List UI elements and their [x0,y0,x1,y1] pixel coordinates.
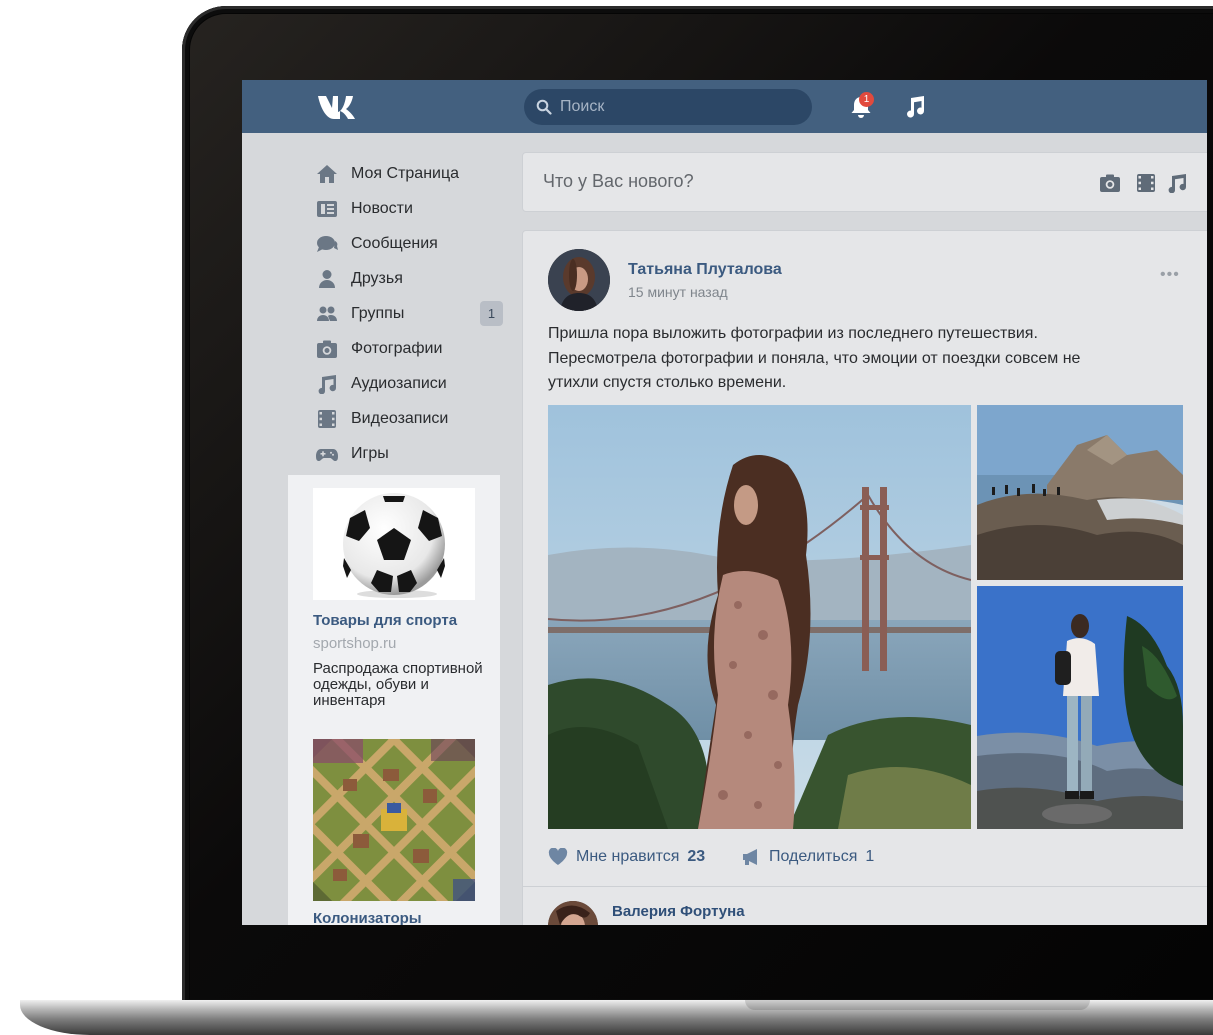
like-label: Мне нравится [576,848,680,865]
laptop-base-notch [745,1000,1090,1010]
friends-icon [316,269,338,289]
camera-icon [316,339,338,359]
camera-icon[interactable] [1099,173,1121,193]
ad-title[interactable]: Колонизаторы [313,910,422,925]
sidebar-item-groups[interactable]: Группы 1 [316,296,506,331]
music-icon[interactable] [904,95,926,119]
sidebar-item-label: Фотографии [351,339,443,357]
sidebar-item-video[interactable]: Видеозаписи [316,401,506,436]
sidebar-item-label: Сообщения [351,234,438,252]
messages-icon [316,234,338,254]
ad-image-soccer-ball[interactable] [313,488,475,600]
video-icon[interactable] [1135,173,1157,193]
sidebar-item-photos[interactable]: Фотографии [316,331,506,366]
post-menu-icon[interactable]: ••• [1160,266,1180,284]
heart-icon [548,848,568,865]
home-icon [316,164,338,184]
megaphone-icon [743,849,757,865]
gamepad-icon [316,444,338,464]
sidebar-item-games[interactable]: Игры [316,436,506,471]
sidebar-item-label: Группы [351,304,405,322]
music-icon[interactable] [1166,173,1188,193]
rocks-photo-image [977,405,1183,580]
groups-count-badge: 1 [480,301,503,326]
search-input[interactable] [560,98,790,116]
avatar[interactable] [548,901,598,925]
avatar-image [548,249,610,311]
sidebar-item-messages[interactable]: Сообщения [316,226,506,261]
sidebar-item-label: Друзья [351,269,403,287]
ad-image-game[interactable] [313,739,475,901]
hiker-photo-image [977,586,1183,829]
ad-domain[interactable]: sportshop.ru [313,635,396,652]
post-photo-main[interactable] [548,405,971,829]
share-count: 1 [865,848,875,865]
notification-badge: 1 [859,92,874,107]
like-count: 23 [687,848,706,865]
groups-icon [316,304,338,324]
music-icon [316,374,338,394]
sidebar-item-label: Аудиозаписи [351,374,447,392]
post-time[interactable]: 15 минут назад [628,284,728,300]
sidebar-item-friends[interactable]: Друзья [316,261,506,296]
search-box[interactable] [524,89,812,125]
post-text: Пришла пора выложить фотографии из после… [548,325,1081,391]
avatar-image [548,901,598,925]
video-icon [316,409,338,429]
post-author[interactable]: Валерия Фортуна [612,903,745,920]
share-label: Поделиться [769,848,858,865]
vk-logo-icon[interactable] [318,93,358,119]
ad-title[interactable]: Товары для спорта [313,612,457,629]
sidebar-item-news[interactable]: Новости [316,191,506,226]
ad-description: Распродажа спортивной одежды, обуви и ин… [313,660,483,709]
post-composer [522,152,1207,212]
bridge-photo-image [548,405,971,829]
share-button[interactable]: Поделиться 1 [741,848,874,866]
composer-input[interactable] [543,171,1043,192]
sidebar-item-label: Видеозаписи [351,409,449,427]
sidebar-item-audio[interactable]: Аудиозаписи [316,366,506,401]
post-divider [523,886,1207,887]
avatar[interactable] [548,249,610,311]
top-bar: 1 [242,80,1207,133]
sidebar-item-my-page[interactable]: Моя Страница [316,156,506,191]
news-icon [316,199,338,219]
post-photo-rocks[interactable] [977,405,1183,580]
search-icon [536,99,552,115]
like-button[interactable]: Мне нравится 23 [548,848,705,866]
feed-post: Татьяна Плуталова 15 минут назад ••• При… [522,230,1207,925]
sidebar-item-label: Игры [351,444,389,462]
sidebar-nav: Моя Страница Новости Сообщения Друзья Гр… [316,156,506,471]
post-author[interactable]: Татьяна Плуталова [628,261,782,279]
ads-block: Товары для спорта sportshop.ru Распродаж… [288,475,500,925]
soccer-ball-icon [343,493,445,598]
screen: 1 Моя Страница Новости Сообщения [242,80,1207,925]
sidebar-item-label: Новости [351,199,413,217]
sidebar-item-label: Моя Страница [351,164,460,182]
game-screenshot-image [313,739,475,901]
post-photo-hiker[interactable] [977,586,1183,829]
